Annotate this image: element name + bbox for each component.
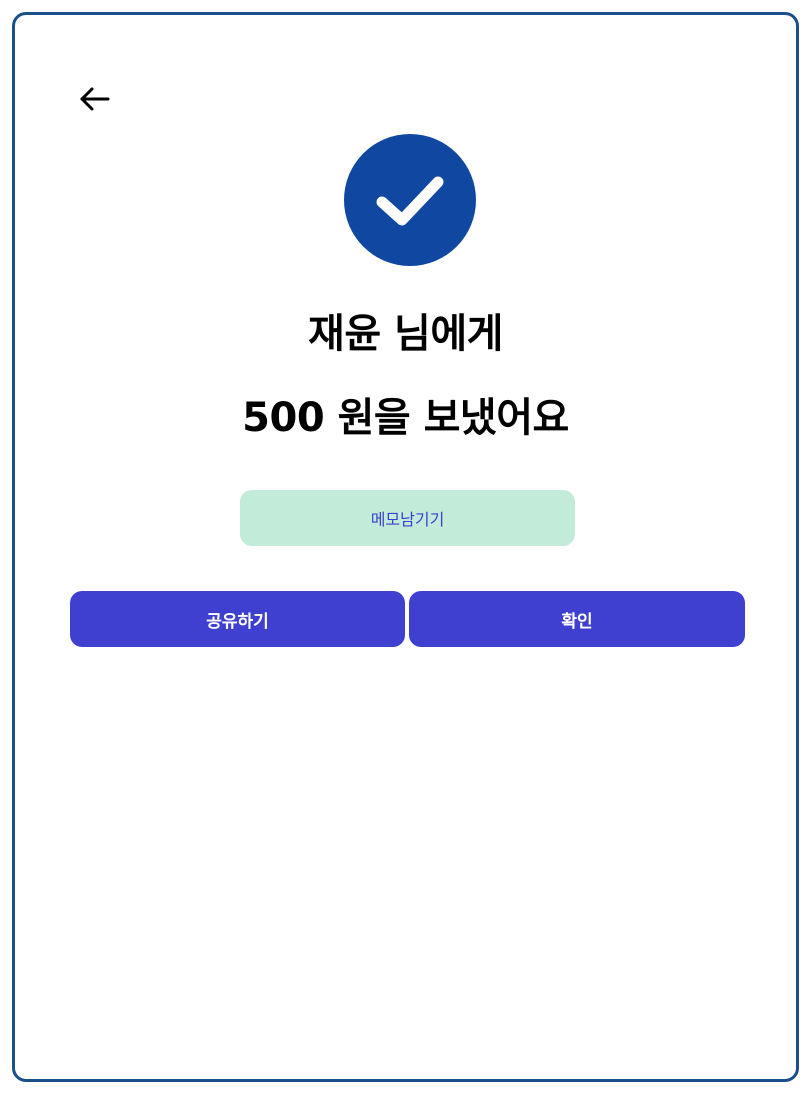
arrow-left-icon	[80, 87, 110, 111]
recipient-title: 재윤 님에게	[308, 311, 503, 357]
back-button[interactable]	[75, 79, 115, 119]
leave-memo-button[interactable]: 메모남기기	[240, 490, 575, 546]
check-icon	[376, 176, 444, 226]
amount-sent-title: 500 원을 보냈어요	[242, 395, 569, 441]
confirm-button[interactable]: 확인	[409, 591, 745, 647]
screen-frame: 재윤 님에게 500 원을 보냈어요 메모남기기 공유하기 확인	[12, 12, 799, 1082]
share-button[interactable]: 공유하기	[70, 591, 405, 647]
success-check-badge	[344, 134, 476, 266]
